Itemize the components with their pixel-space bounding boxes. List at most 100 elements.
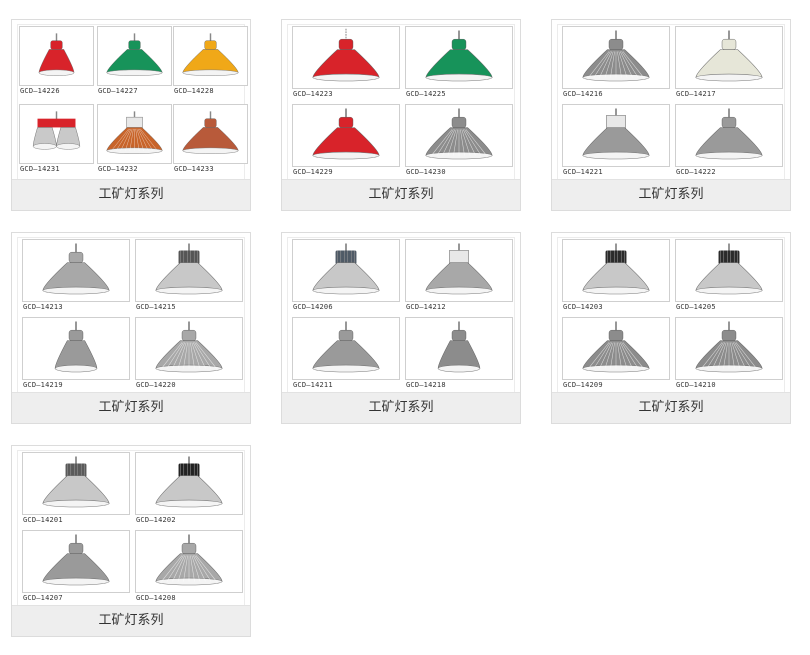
product-code: GCD—14207 [23, 594, 63, 602]
product-tile: GCD—14205 [675, 239, 783, 312]
product-card[interactable]: GCD—14226 GCD—14227 GCD—14228 GCD—14231 GCD—… [11, 19, 251, 211]
product-card[interactable]: GCD—14206 GCD—14212 GCD—14211 GCD—14218 工矿灯系… [281, 232, 521, 424]
product-photo[interactable]: GCD—14201 GCD—14202 GCD—14207 GCD—14208 [17, 450, 245, 610]
product-tile: GCD—14213 [22, 239, 130, 312]
product-code: GCD—14210 [676, 381, 716, 389]
product-tile: GCD—14227 [97, 26, 172, 96]
faceted-reflector-lamp-icon [562, 317, 670, 380]
card-caption[interactable]: 工矿灯系列 [12, 179, 250, 210]
product-tile: GCD—14231 [19, 104, 94, 174]
product-code: GCD—14220 [136, 381, 176, 389]
product-photo[interactable]: GCD—14223 GCD—14225 GCD—14229 GCD—14230 [287, 24, 515, 184]
wide-reflector-lamp-icon [292, 317, 400, 380]
product-code: GCD—14208 [136, 594, 176, 602]
product-code: GCD—14227 [98, 87, 138, 95]
product-code: GCD—14202 [136, 516, 176, 524]
product-tile: GCD—14225 [405, 26, 513, 99]
product-photo[interactable]: GCD—14226 GCD—14227 GCD—14228 GCD—14231 GCD—… [17, 24, 248, 184]
product-code: GCD—14217 [676, 90, 716, 98]
product-tile: GCD—14207 [22, 530, 130, 603]
product-tile: GCD—14230 [405, 104, 513, 177]
product-code: GCD—14232 [98, 165, 138, 173]
product-tile: GCD—14215 [135, 239, 243, 312]
card-caption[interactable]: 工矿灯系列 [282, 179, 520, 210]
product-code: GCD—14211 [293, 381, 333, 389]
finned-highbay-icon [135, 239, 243, 302]
product-code: GCD—14219 [23, 381, 63, 389]
product-code: GCD—14222 [676, 168, 716, 176]
product-code: GCD—14221 [563, 168, 603, 176]
narrow-beam-lamp-icon [405, 317, 513, 380]
deep-bowl-lamp-icon [22, 317, 130, 380]
product-code: GCD—14228 [174, 87, 214, 95]
product-code: GCD—14206 [293, 303, 333, 311]
product-code: GCD—14218 [406, 381, 446, 389]
product-photo[interactable]: GCD—14213 GCD—14215 GCD—14219 GCD—14220 [17, 237, 245, 397]
product-tile: GCD—14217 [675, 26, 783, 99]
card-caption[interactable]: 工矿灯系列 [552, 179, 790, 210]
product-code: GCD—14212 [406, 303, 446, 311]
card-caption[interactable]: 工矿灯系列 [552, 392, 790, 423]
product-tile: GCD—14218 [405, 317, 513, 390]
glass-dome-lamp-icon [405, 104, 513, 167]
green-highbay-lamp-icon [405, 26, 513, 89]
product-tile: GCD—14223 [292, 26, 400, 99]
product-card[interactable]: GCD—14201 GCD—14202 GCD—14207 GCD—14208 工矿灯系… [11, 445, 251, 637]
prism-box-lamp-icon [97, 104, 172, 164]
ufo-led-highbay-icon [22, 452, 130, 515]
product-code: GCD—14223 [293, 90, 333, 98]
black-led-highbay-icon [562, 239, 670, 302]
product-tile: GCD—14228 [173, 26, 248, 96]
product-tile: GCD—14208 [135, 530, 243, 603]
product-tile: GCD—14222 [675, 104, 783, 177]
ribbed-reflector-lamp-icon [135, 317, 243, 380]
product-card[interactable]: GCD—14203 GCD—14205 GCD—14209 GCD—14210 工矿灯系… [551, 232, 791, 424]
product-tile: GCD—14232 [97, 104, 172, 174]
product-tile: GCD—14206 [292, 239, 400, 312]
flat-pendant-lamp-icon [173, 104, 248, 164]
gear-box-highbay-icon [405, 239, 513, 302]
product-code: GCD—14201 [23, 516, 63, 524]
product-photo[interactable]: GCD—14206 GCD—14212 GCD—14211 GCD—14218 [287, 237, 515, 397]
flat-reflector-lamp-icon [22, 239, 130, 302]
product-code: GCD—14213 [23, 303, 63, 311]
product-photo[interactable]: GCD—14203 GCD—14205 GCD—14209 GCD—14210 [557, 237, 785, 397]
product-tile: GCD—14203 [562, 239, 670, 312]
product-code: GCD—14215 [136, 303, 176, 311]
product-code: GCD—14203 [563, 303, 603, 311]
dark-led-highbay-icon [135, 452, 243, 515]
product-card[interactable]: GCD—14223 GCD—14225 GCD—14229 GCD—14230 工矿灯系… [281, 19, 521, 211]
card-caption[interactable]: 工矿灯系列 [12, 605, 250, 636]
chain-pendant-lamp-icon [292, 26, 400, 89]
product-code: GCD—14230 [406, 168, 446, 176]
box-driver-highbay-icon [562, 104, 670, 167]
product-card[interactable]: GCD—14213 GCD—14215 GCD—14219 GCD—14220 工矿灯系… [11, 232, 251, 424]
led-highbay-icon [292, 239, 400, 302]
product-tile: GCD—14210 [675, 317, 783, 390]
product-tile: GCD—14216 [562, 26, 670, 99]
product-tile: GCD—14209 [562, 317, 670, 390]
explosion-proof-lamp-icon [292, 104, 400, 167]
product-card[interactable]: GCD—14216 GCD—14217 GCD—14221 GCD—14222 工矿灯系… [551, 19, 791, 211]
yellow-cage-lamp-icon [173, 26, 248, 86]
product-tile: GCD—14211 [292, 317, 400, 390]
aluminium-highbay-icon [675, 104, 783, 167]
card-caption[interactable]: 工矿灯系列 [12, 392, 250, 423]
product-code: GCD—14231 [20, 165, 60, 173]
black-heatsink-highbay-icon [675, 239, 783, 302]
twin-head-lamp-icon [19, 104, 94, 164]
product-photo[interactable]: GCD—14216 GCD—14217 GCD—14221 GCD—14222 [557, 24, 785, 184]
white-highbay-icon [675, 26, 783, 89]
card-caption[interactable]: 工矿灯系列 [282, 392, 520, 423]
product-tile: GCD—14220 [135, 317, 243, 390]
product-tile: GCD—14226 [19, 26, 94, 96]
product-code: GCD—14216 [563, 90, 603, 98]
product-tile: GCD—14233 [173, 104, 248, 174]
product-code: GCD—14209 [563, 381, 603, 389]
product-code: GCD—14205 [676, 303, 716, 311]
product-tile: GCD—14221 [562, 104, 670, 177]
red-conical-lamp-icon [19, 26, 94, 86]
green-dome-lamp-icon [97, 26, 172, 86]
glass-prism-reflector-icon [135, 530, 243, 593]
product-code: GCD—14229 [293, 168, 333, 176]
